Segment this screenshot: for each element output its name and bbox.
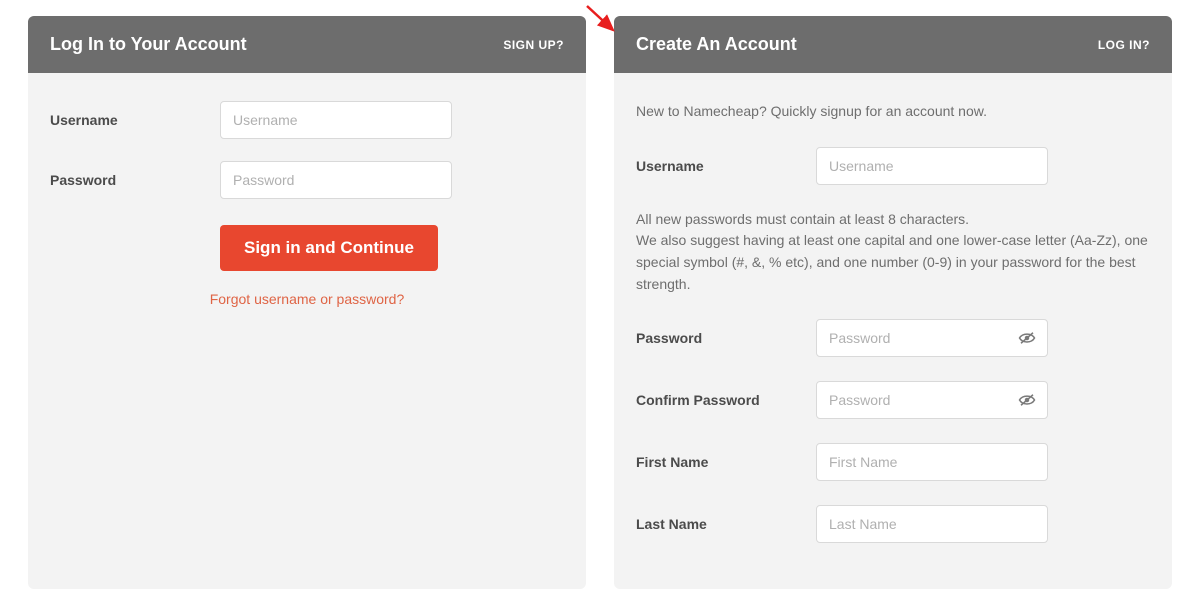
create-password-label: Password	[636, 330, 816, 346]
create-panel: Create An Account LOG IN? New to Nameche…	[614, 16, 1172, 589]
first-name-label: First Name	[636, 454, 816, 470]
signup-link[interactable]: SIGN UP?	[503, 38, 564, 52]
login-username-label: Username	[50, 112, 220, 128]
login-link[interactable]: LOG IN?	[1098, 38, 1150, 52]
last-name-input[interactable]	[816, 505, 1048, 543]
toggle-visibility-icon[interactable]	[1018, 393, 1036, 407]
login-title: Log In to Your Account	[50, 34, 247, 55]
create-panel-body: New to Namecheap? Quickly signup for an …	[614, 73, 1172, 589]
forgot-password-link[interactable]: Forgot username or password?	[50, 287, 564, 311]
create-username-input[interactable]	[816, 147, 1048, 185]
sign-in-button[interactable]: Sign in and Continue	[220, 225, 438, 271]
create-intro-text: New to Namecheap? Quickly signup for an …	[636, 101, 1150, 123]
login-panel-header: Log In to Your Account SIGN UP?	[28, 16, 586, 73]
login-username-input[interactable]	[220, 101, 452, 139]
create-panel-header: Create An Account LOG IN?	[614, 16, 1172, 73]
toggle-visibility-icon[interactable]	[1018, 331, 1036, 345]
login-password-input[interactable]	[220, 161, 452, 199]
create-password-input[interactable]	[816, 319, 1048, 357]
confirm-password-input[interactable]	[816, 381, 1048, 419]
login-password-label: Password	[50, 172, 220, 188]
login-panel: Log In to Your Account SIGN UP? Username…	[28, 16, 586, 589]
create-title: Create An Account	[636, 34, 797, 55]
last-name-label: Last Name	[636, 516, 816, 532]
first-name-input[interactable]	[816, 443, 1048, 481]
login-panel-body: Username Password Sign in and Continue F…	[28, 73, 586, 333]
confirm-password-label: Confirm Password	[636, 392, 816, 408]
password-rules-text: All new passwords must contain at least …	[636, 209, 1150, 296]
create-username-label: Username	[636, 158, 816, 174]
